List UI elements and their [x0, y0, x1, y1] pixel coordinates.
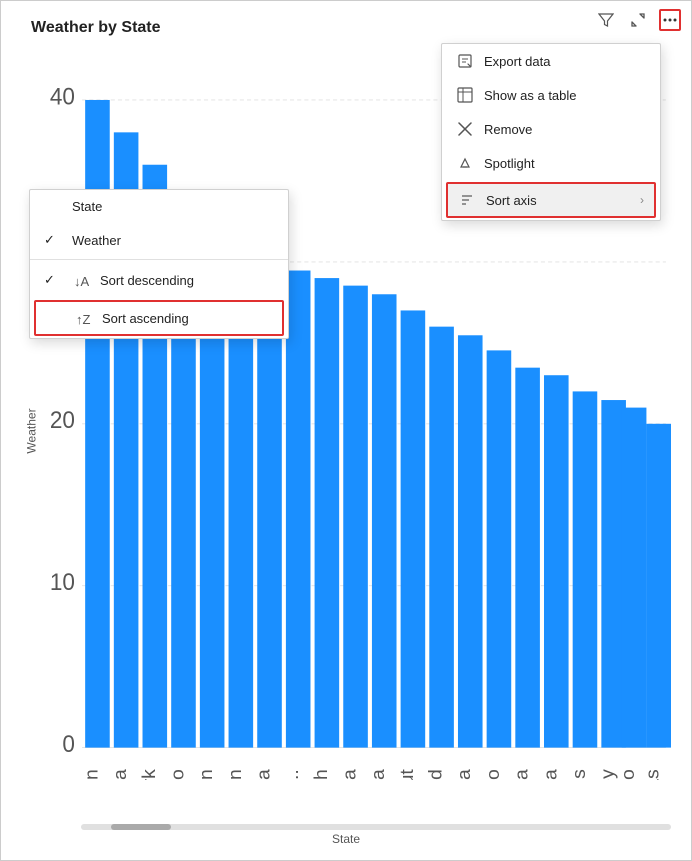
more-icon[interactable] — [659, 9, 681, 31]
svg-text:New Jersey: New Jersey — [598, 769, 618, 780]
toolbar — [595, 9, 681, 31]
state-check — [44, 199, 62, 214]
spotlight-icon — [456, 154, 474, 172]
scroll-thumb[interactable] — [111, 824, 171, 830]
menu-item-remove[interactable]: Remove — [442, 112, 660, 146]
context-menu-right: Export data Show as a table Remove — [441, 43, 661, 221]
sort-axis-label: Sort axis — [486, 193, 630, 208]
desc-check: ✓ — [44, 272, 62, 288]
sort-axis-arrow: › — [640, 193, 644, 207]
x-axis-label: State — [332, 832, 360, 846]
svg-text:Illinois: Illinois — [569, 769, 589, 780]
svg-text:Washington: Washington — [197, 769, 217, 780]
weather-label: Weather — [72, 233, 121, 248]
sort-item-descending[interactable]: ✓ ↓A Sort descending — [30, 262, 288, 298]
svg-text:Nevada: Nevada — [455, 769, 475, 780]
svg-text:New Mexico: New Mexico — [619, 769, 639, 780]
weather-check: ✓ — [44, 232, 62, 248]
table-label: Show as a table — [484, 88, 646, 103]
export-icon — [456, 52, 474, 70]
svg-text:Nebraska: Nebraska — [369, 769, 389, 780]
chart-title: Weather by State — [31, 19, 161, 37]
filter-icon[interactable] — [595, 9, 617, 31]
svg-text:Michigan: Michigan — [82, 769, 102, 780]
expand-icon[interactable] — [627, 9, 649, 31]
sort-asc-icon: ↑Z — [74, 309, 92, 327]
export-label: Export data — [484, 54, 646, 69]
svg-text:Kansas: Kansas — [643, 769, 663, 780]
sort-asc-label: Sort ascending — [102, 311, 189, 326]
sort-desc-label: Sort descending — [100, 273, 194, 288]
svg-text:20: 20 — [50, 407, 75, 434]
asc-check — [46, 311, 64, 326]
menu-item-export[interactable]: Export data — [442, 44, 660, 78]
sort-item-weather[interactable]: ✓ Weather — [30, 223, 288, 257]
context-menu-left: State ✓ Weather ✓ ↓A Sort descending ↑Z — [29, 189, 289, 339]
scrollbar[interactable] — [81, 824, 671, 830]
svg-text:10: 10 — [50, 568, 75, 595]
sort-item-ascending[interactable]: ↑Z Sort ascending — [34, 300, 284, 336]
spotlight-label: Spotlight — [484, 156, 646, 171]
table-icon — [456, 86, 474, 104]
svg-text:Rhode Island: Rhode Island — [426, 769, 446, 780]
svg-text:Utah: Utah — [311, 769, 331, 780]
svg-text:0: 0 — [62, 730, 75, 757]
sort-item-state[interactable]: State — [30, 190, 288, 223]
sort-axis-icon — [458, 191, 476, 209]
menu-item-spotlight[interactable]: Spotlight — [442, 146, 660, 180]
menu-item-sort-axis[interactable]: Sort axis › — [446, 182, 656, 218]
svg-text:South Dakota: South Dakota — [111, 769, 131, 780]
svg-text:Massachuse...: Massachuse... — [283, 769, 303, 780]
svg-text:40: 40 — [50, 83, 75, 110]
svg-text:Connecticut: Connecticut — [397, 768, 417, 780]
sort-desc-icon: ↓A — [72, 271, 90, 289]
svg-text:West Virginia: West Virginia — [541, 769, 561, 780]
menu-item-table[interactable]: Show as a table — [442, 78, 660, 112]
state-label: State — [72, 199, 102, 214]
svg-text:Oregon: Oregon — [225, 769, 245, 780]
remove-icon — [456, 120, 474, 138]
svg-text:Ohio: Ohio — [483, 769, 503, 780]
sort-menu-divider — [30, 259, 288, 260]
chart-container: Weather by State Weather 40 30 20 10 0 — [0, 0, 692, 861]
svg-text:Pennsylvania: Pennsylvania — [340, 769, 360, 780]
svg-text:↓A: ↓A — [74, 274, 89, 288]
svg-text:Iowa: Iowa — [254, 769, 274, 780]
remove-label: Remove — [484, 122, 646, 137]
svg-text:Colorado: Colorado — [168, 769, 188, 780]
svg-text:Indiana: Indiana — [512, 769, 532, 780]
svg-text:New York: New York — [139, 769, 159, 780]
svg-text:↑Z: ↑Z — [76, 312, 91, 326]
